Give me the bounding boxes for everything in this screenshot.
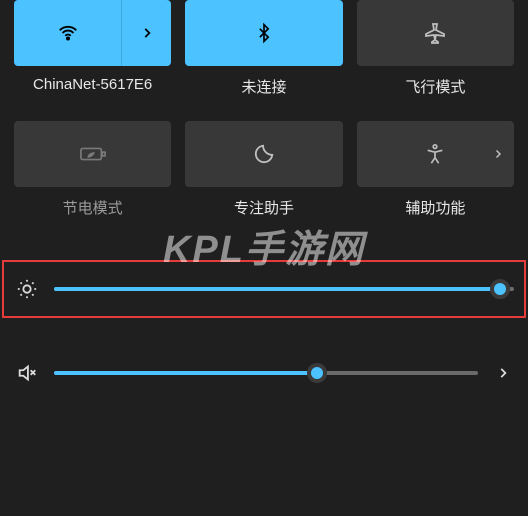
wifi-toggle[interactable] [14, 0, 121, 66]
brightness-slider-thumb[interactable] [490, 279, 510, 299]
volume-slider-row [14, 344, 514, 402]
airplane-icon [423, 21, 447, 45]
bluetooth-icon [254, 21, 274, 45]
brightness-slider-row [2, 260, 526, 318]
accessibility-label: 辅助功能 [405, 197, 465, 218]
accessibility-tile[interactable] [357, 121, 514, 187]
chevron-right-icon [140, 26, 154, 40]
accessibility-icon [424, 143, 446, 165]
battery-saver-label: 节电模式 [63, 197, 123, 218]
battery-leaf-icon [80, 144, 106, 164]
brightness-slider[interactable] [54, 287, 514, 291]
chevron-right-icon [492, 148, 504, 160]
airplane-tile[interactable] [357, 0, 514, 66]
wifi-expand-button[interactable] [121, 0, 171, 66]
volume-slider-thumb[interactable] [307, 363, 327, 383]
moon-icon [253, 143, 275, 165]
airplane-label: 飞行模式 [405, 76, 465, 97]
battery-saver-tile[interactable] [14, 121, 171, 187]
wifi-label: ChinaNet-5617E6 [33, 76, 152, 93]
volume-slider[interactable] [54, 371, 478, 375]
bluetooth-tile[interactable] [185, 0, 342, 66]
bluetooth-label: 未连接 [241, 76, 286, 97]
volume-expand-button[interactable] [492, 366, 514, 380]
volume-mute-icon[interactable] [14, 362, 40, 384]
wifi-tile[interactable] [14, 0, 171, 66]
focus-assist-label: 专注助手 [234, 197, 294, 218]
wifi-icon [57, 22, 79, 44]
brightness-icon [14, 278, 40, 300]
focus-assist-tile[interactable] [185, 121, 342, 187]
